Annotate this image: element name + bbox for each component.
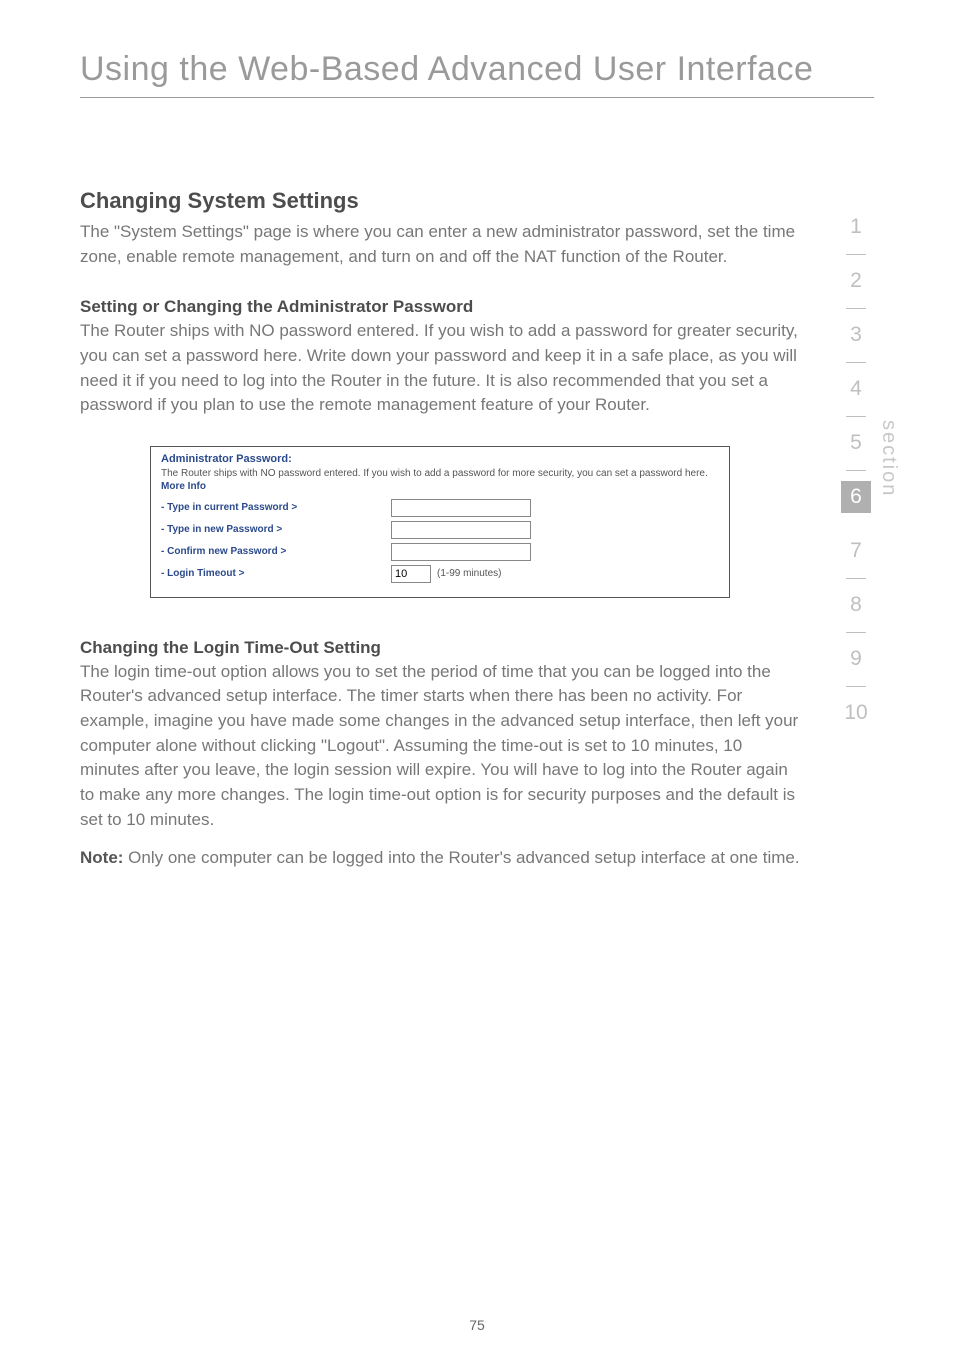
section-nav: 1 2 3 4 5 6 7 8 9 10 section	[841, 200, 900, 740]
paragraph-login-timeout: The login time-out option allows you to …	[80, 660, 800, 832]
admin-password-box: Administrator Password: The Router ships…	[150, 446, 730, 598]
subhead-login-timeout: Changing the Login Time-Out Setting	[80, 638, 800, 658]
note-label: Note:	[80, 848, 123, 867]
nav-item-8[interactable]: 8	[841, 578, 871, 632]
label-new-password: - Type in new Password >	[161, 524, 391, 535]
heading-changing-system-settings: Changing System Settings	[80, 188, 800, 214]
confirm-password-input[interactable]	[391, 543, 531, 561]
admin-box-desc-text: The Router ships with NO password entere…	[161, 468, 708, 479]
nav-item-4[interactable]: 4	[841, 362, 871, 416]
nav-item-9[interactable]: 9	[841, 632, 871, 686]
paragraph-system-settings: The "System Settings" page is where you …	[80, 220, 800, 269]
label-current-password: - Type in current Password >	[161, 502, 391, 513]
login-timeout-input[interactable]	[391, 565, 431, 583]
nav-item-10[interactable]: 10	[841, 686, 871, 740]
nav-item-6[interactable]: 6	[841, 481, 871, 513]
section-label: section	[877, 420, 900, 497]
nav-item-1[interactable]: 1	[841, 200, 871, 254]
note-paragraph: Note: Only one computer can be logged in…	[80, 846, 800, 871]
admin-box-title: Administrator Password:	[161, 453, 719, 465]
current-password-input[interactable]	[391, 499, 531, 517]
paragraph-admin-password: The Router ships with NO password entere…	[80, 319, 800, 418]
subhead-admin-password: Setting or Changing the Administrator Pa…	[80, 297, 800, 317]
admin-box-desc: The Router ships with NO password entere…	[161, 467, 719, 493]
page-number: 75	[0, 1317, 954, 1333]
more-info-link[interactable]: More Info	[161, 481, 206, 492]
nav-item-7[interactable]: 7	[841, 524, 871, 578]
label-confirm-password: - Confirm new Password >	[161, 546, 391, 557]
nav-item-3[interactable]: 3	[841, 308, 871, 362]
new-password-input[interactable]	[391, 521, 531, 539]
page-title: Using the Web-Based Advanced User Interf…	[80, 50, 874, 98]
note-text: Only one computer can be logged into the…	[123, 848, 799, 867]
nav-item-2[interactable]: 2	[841, 254, 871, 308]
nav-item-5[interactable]: 5	[841, 416, 871, 470]
timeout-hint: (1-99 minutes)	[437, 568, 501, 579]
label-login-timeout: - Login Timeout >	[161, 568, 391, 579]
